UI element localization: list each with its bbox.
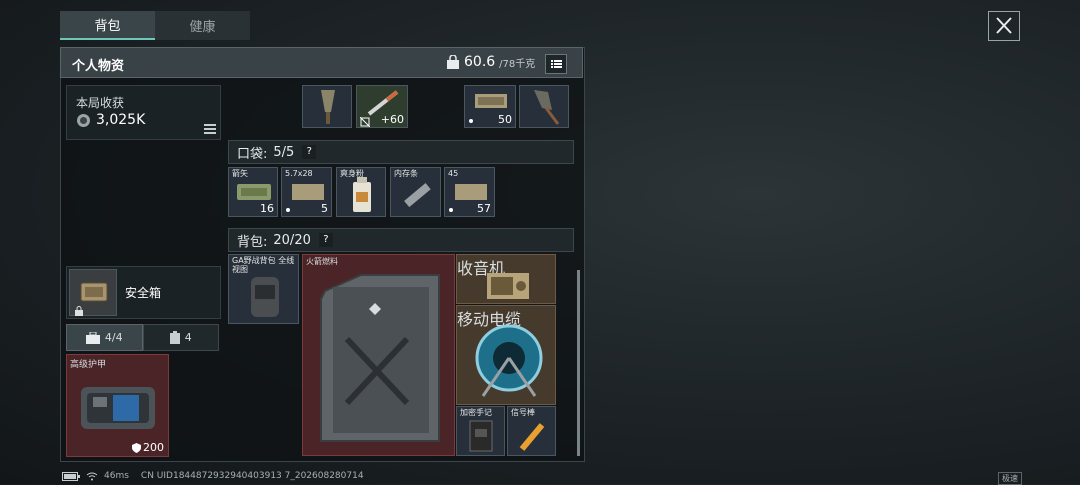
no-repair-icon	[360, 117, 370, 127]
pocket-item-4[interactable]: 内存条	[390, 167, 441, 217]
item-label: 5.7x28	[285, 169, 313, 178]
battery-icon	[62, 471, 80, 481]
cable-reel-icon	[475, 324, 543, 397]
weight-display: 60.6/78千克	[446, 54, 535, 70]
earnings-box[interactable]: 本局收获 3,025K	[66, 85, 221, 140]
item-label: 加密手记	[460, 408, 492, 417]
equipment-tabs: 4/4 4	[66, 324, 219, 351]
item-count: 50	[498, 113, 512, 126]
pocket-help-button[interactable]: ?	[302, 145, 317, 159]
pocket-item-2[interactable]: 5.7x28 5	[281, 167, 332, 217]
armor-label: 高级护甲	[70, 360, 107, 370]
details-icon	[204, 124, 216, 134]
tab-health[interactable]: 健康	[155, 11, 250, 40]
earnings-value: 3,025K	[96, 112, 146, 128]
backpack-count: 20/20	[273, 232, 311, 248]
item-label: 箭矢	[232, 169, 248, 178]
item-count: 16	[260, 202, 274, 215]
backpack-section-header: 背包: 20/20 ?	[228, 228, 574, 252]
tab-bag-slots[interactable]: 4	[142, 324, 219, 351]
earnings-label: 本局收获	[76, 96, 125, 110]
pocket-count: 5/5	[273, 144, 295, 160]
sort-list-button[interactable]	[545, 54, 567, 74]
backpack-item-radio[interactable]: 收音机	[456, 254, 556, 304]
main-tabs: 背包 健康	[60, 11, 250, 40]
ammo-box-icon	[475, 94, 507, 108]
item-count: +60	[380, 113, 404, 126]
safe-box-slot[interactable]: 安全箱	[66, 266, 221, 319]
pocket-item-3[interactable]: 爽身粉	[336, 167, 386, 217]
backpack-item-notebook[interactable]: 加密手记	[456, 406, 505, 456]
ammo-box-icon	[292, 184, 324, 200]
item-label: 45	[448, 169, 459, 178]
item-label: 信号棒	[511, 408, 535, 417]
item-slot-knife[interactable]	[302, 85, 352, 128]
backpack-help-button[interactable]: ?	[318, 233, 333, 247]
ping-value: 46ms	[104, 471, 129, 481]
weight-value: 60.6	[464, 54, 496, 70]
backpack-item-cable-reel[interactable]: 移动电缆	[456, 305, 556, 405]
tab-armor-slots[interactable]: 4/4	[66, 324, 143, 351]
item-count: 5	[321, 202, 328, 215]
user-uid: CN UID1844872932940403913 7_202608280714	[140, 471, 364, 481]
inventory-scrollbar[interactable]	[577, 270, 580, 456]
wifi-icon	[86, 472, 98, 480]
shield-icon	[132, 442, 141, 453]
item-slot-syringe[interactable]: +60	[356, 85, 408, 128]
list-icon	[551, 60, 562, 68]
blade-icon	[534, 90, 560, 125]
panel-title: 个人物资	[72, 59, 125, 74]
backpack-label: 背包:	[237, 234, 268, 250]
safe-box-label: 安全箱	[125, 286, 162, 300]
backpack-item-flare[interactable]: 信号棒	[507, 406, 556, 456]
pocket-label: 口袋:	[237, 146, 268, 162]
status-bar: 46ms CN UID1844872932940403913 7_2026082…	[62, 471, 364, 481]
notebook-icon	[469, 420, 493, 452]
pocket-section-header: 口袋: 5/5 ?	[228, 140, 574, 164]
tab-backpack[interactable]: 背包	[60, 11, 155, 40]
jerrycan-icon	[320, 274, 440, 442]
item-count: 57	[477, 202, 491, 215]
item-label: 火箭燃料	[306, 257, 338, 266]
close-button[interactable]	[988, 11, 1020, 41]
memory-stick-icon	[404, 183, 431, 208]
toolbox-icon	[85, 331, 100, 344]
safe-box-icon	[80, 282, 108, 302]
battery-icon	[169, 331, 180, 344]
bag-slot-count: 4	[184, 331, 192, 344]
flare-icon	[519, 423, 545, 451]
pocket-item-5[interactable]: 45 57	[444, 167, 495, 217]
close-icon	[996, 17, 1012, 34]
backpack-icon	[251, 277, 279, 317]
armor-icon	[81, 387, 155, 429]
weight-max: /78千克	[499, 58, 536, 70]
pocket-item-1[interactable]: 箭矢 16	[228, 167, 278, 217]
item-slot-ammo-box[interactable]: 50	[464, 85, 516, 128]
ammo-box-icon	[455, 184, 487, 200]
ammo-box-icon	[237, 184, 271, 200]
armor-slot-count: 4/4	[104, 331, 123, 344]
armor-slot[interactable]: 高级护甲 200	[66, 354, 169, 457]
powder-bottle-icon	[353, 177, 371, 212]
weight-icon	[447, 55, 459, 69]
backpack-item-fuel[interactable]: 火箭燃料	[302, 254, 455, 456]
radio-icon	[487, 273, 529, 299]
dagger-icon	[321, 90, 335, 124]
coin-icon	[77, 113, 90, 127]
armor-durability: 200	[143, 441, 164, 454]
speed-badge: 极速	[998, 472, 1022, 485]
item-label: 内存条	[394, 169, 418, 178]
safe-box-item[interactable]	[69, 269, 117, 316]
backpack-item-bag[interactable]: GA野战背包 全线视图	[228, 254, 299, 324]
lock-icon	[75, 306, 83, 316]
item-slot-blade[interactable]	[519, 85, 569, 128]
